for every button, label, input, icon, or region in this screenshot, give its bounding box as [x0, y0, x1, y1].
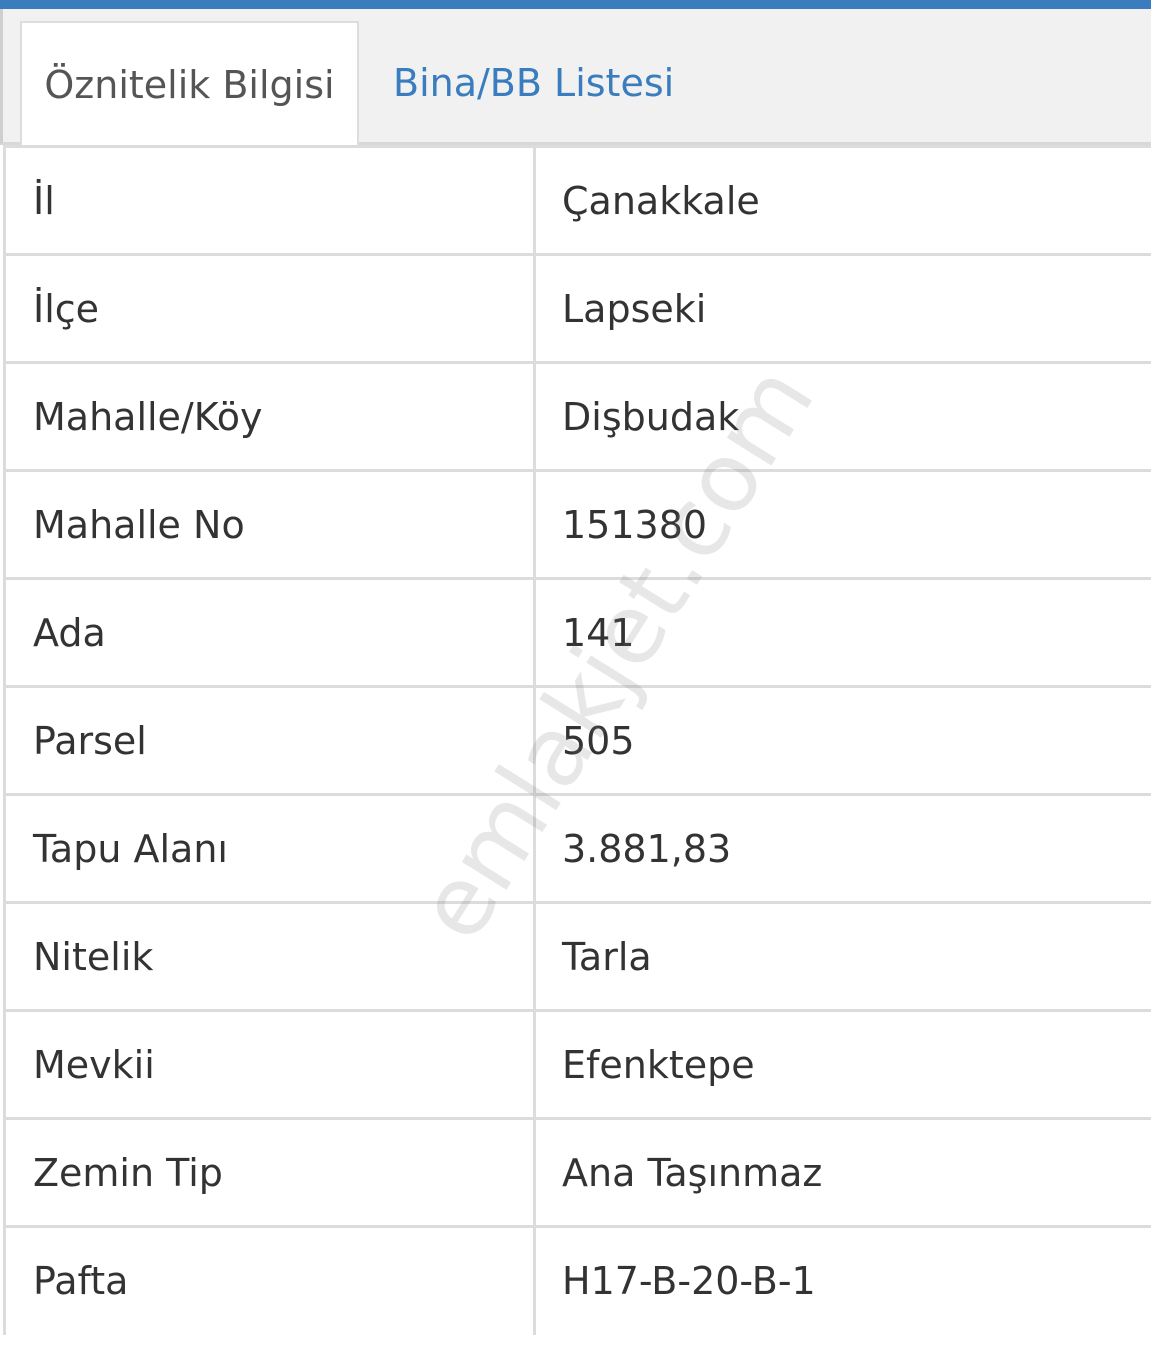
tab-oznitelik-bilgisi[interactable]: Öznitelik Bilgisi	[20, 21, 359, 148]
tab-bina-bb-listesi[interactable]: Bina/BB Listesi	[393, 21, 674, 145]
table-row: İl Çanakkale	[3, 145, 1151, 255]
row-label: Parsel	[3, 685, 535, 795]
top-accent-bar	[0, 0, 1151, 9]
tab-strip: Öznitelik Bilgisi Bina/BB Listesi	[0, 9, 1151, 148]
row-value: 151380	[533, 469, 1151, 579]
table-row: İlçe Lapseki	[3, 253, 1151, 363]
attribute-table: İl Çanakkale İlçe Lapseki Mahalle/Köy Di…	[3, 145, 1151, 1335]
row-label: Mahalle/Köy	[3, 361, 535, 471]
row-value: Efenktepe	[533, 1009, 1151, 1119]
table-row: Tapu Alanı 3.881,83	[3, 793, 1151, 903]
table-row: Mahalle No 151380	[3, 469, 1151, 579]
row-label: Mahalle No	[3, 469, 535, 579]
row-value: Tarla	[533, 901, 1151, 1011]
row-value: H17-B-20-B-1	[533, 1225, 1151, 1335]
row-value: Lapseki	[533, 253, 1151, 363]
row-value: 3.881,83	[533, 793, 1151, 903]
table-row: Mahalle/Köy Dişbudak	[3, 361, 1151, 471]
row-label: Mevkii	[3, 1009, 535, 1119]
row-label: Ada	[3, 577, 535, 687]
row-label: İlçe	[3, 253, 535, 363]
table-row: Mevkii Efenktepe	[3, 1009, 1151, 1119]
row-value: Çanakkale	[533, 145, 1151, 255]
row-label: Tapu Alanı	[3, 793, 535, 903]
row-label: Nitelik	[3, 901, 535, 1011]
row-label: Pafta	[3, 1225, 535, 1335]
row-value: Dişbudak	[533, 361, 1151, 471]
table-row: Zemin Tip Ana Taşınmaz	[3, 1117, 1151, 1227]
table-row: Parsel 505	[3, 685, 1151, 795]
table-row: Nitelik Tarla	[3, 901, 1151, 1011]
row-label: İl	[3, 145, 535, 255]
row-value: 505	[533, 685, 1151, 795]
table-row: Ada 141	[3, 577, 1151, 687]
row-value: 141	[533, 577, 1151, 687]
row-value: Ana Taşınmaz	[533, 1117, 1151, 1227]
row-label: Zemin Tip	[3, 1117, 535, 1227]
table-row: Pafta H17-B-20-B-1	[3, 1225, 1151, 1335]
